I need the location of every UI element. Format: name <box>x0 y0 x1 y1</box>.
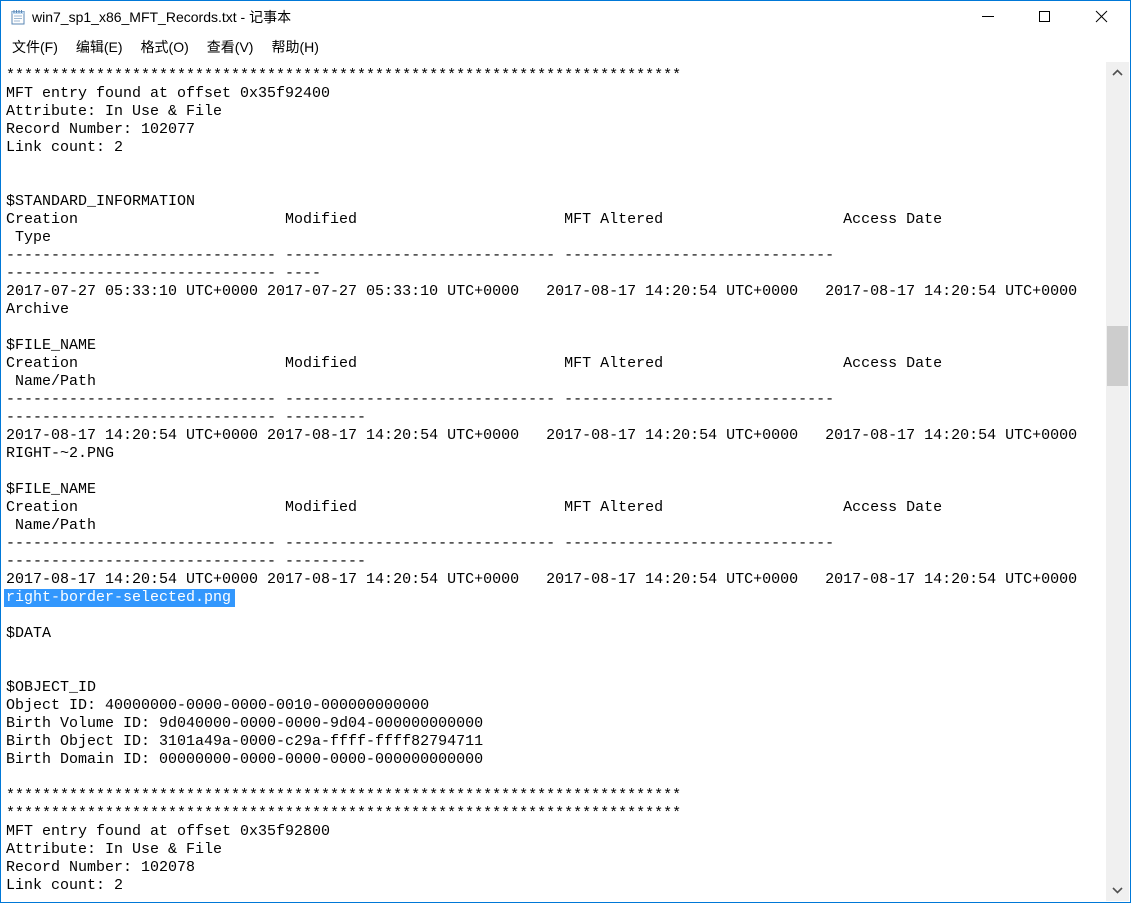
text-line[interactable]: Creation Modified MFT Altered Access Dat… <box>6 499 1106 517</box>
text-line[interactable]: Creation Modified MFT Altered Access Dat… <box>6 355 1106 373</box>
text-line[interactable] <box>6 643 1106 661</box>
text-line[interactable]: $STANDARD_INFORMATION <box>6 193 1106 211</box>
text-line[interactable] <box>6 661 1106 679</box>
text-line[interactable]: Attribute: In Use & File <box>6 841 1106 859</box>
text-line[interactable] <box>6 175 1106 193</box>
text-line[interactable]: RIGHT-~2.PNG <box>6 445 1106 463</box>
window-title: win7_sp1_x86_MFT_Records.txt - 记事本 <box>32 7 291 27</box>
text-line[interactable]: Name/Path <box>6 373 1106 391</box>
text-line[interactable]: $FILE_NAME <box>6 481 1106 499</box>
text-line[interactable]: $FILE_NAME <box>6 337 1106 355</box>
text-line[interactable]: right-border-selected.png <box>6 589 1106 607</box>
menu-bar: 文件(F) 编辑(E) 格式(O) 查看(V) 帮助(H) <box>1 32 1130 62</box>
text-line[interactable]: ------------------------------ ---------… <box>6 247 1106 265</box>
scroll-down-button[interactable] <box>1106 880 1129 901</box>
text-line[interactable]: MFT entry found at offset 0x35f92800 <box>6 823 1106 841</box>
menu-item-file[interactable]: 文件(F) <box>3 33 67 61</box>
menu-item-format[interactable]: 格式(O) <box>132 33 198 61</box>
title-bar[interactable]: win7_sp1_x86_MFT_Records.txt - 记事本 <box>1 1 1130 32</box>
scroll-up-button[interactable] <box>1106 62 1129 83</box>
menu-item-edit[interactable]: 编辑(E) <box>67 33 132 61</box>
text-line[interactable]: Attribute: In Use & File <box>6 103 1106 121</box>
close-button[interactable] <box>1073 1 1130 32</box>
text-line[interactable]: ------------------------------ --------- <box>6 553 1106 571</box>
scrollbar-thumb[interactable] <box>1107 326 1128 386</box>
text-line[interactable]: 2017-08-17 14:20:54 UTC+0000 2017-08-17 … <box>6 571 1106 589</box>
text-line[interactable]: Birth Volume ID: 9d040000-0000-0000-9d04… <box>6 715 1106 733</box>
text-line[interactable]: Archive <box>6 301 1106 319</box>
text-line[interactable] <box>6 607 1106 625</box>
text-line[interactable]: Record Number: 102078 <box>6 859 1106 877</box>
menu-item-help[interactable]: 帮助(H) <box>262 33 327 61</box>
chevron-down-icon <box>1112 887 1123 894</box>
text-line[interactable]: Link count: 2 <box>6 877 1106 895</box>
text-line[interactable]: Birth Object ID: 3101a49a-0000-c29a-ffff… <box>6 733 1106 751</box>
edit-area[interactable]: ****************************************… <box>2 62 1106 901</box>
text-line[interactable] <box>6 769 1106 787</box>
text-line[interactable]: ------------------------------ ---------… <box>6 391 1106 409</box>
vertical-scrollbar[interactable] <box>1106 62 1129 901</box>
text-line[interactable]: ------------------------------ ---------… <box>6 535 1106 553</box>
text-line[interactable]: ****************************************… <box>6 787 1106 805</box>
text-line[interactable]: Name/Path <box>6 517 1106 535</box>
text-line[interactable]: ------------------------------ --------- <box>6 409 1106 427</box>
text-line[interactable]: $OBJECT_ID <box>6 679 1106 697</box>
text-line[interactable]: 2017-07-27 05:33:10 UTC+0000 2017-07-27 … <box>6 283 1106 301</box>
text-line[interactable] <box>6 157 1106 175</box>
text-line[interactable]: Creation Modified MFT Altered Access Dat… <box>6 211 1106 229</box>
text-line[interactable]: $DATA <box>6 625 1106 643</box>
text-line[interactable] <box>6 463 1106 481</box>
notepad-icon <box>10 9 26 25</box>
text-line[interactable]: Object ID: 40000000-0000-0000-0010-00000… <box>6 697 1106 715</box>
notepad-window: win7_sp1_x86_MFT_Records.txt - 记事本 文件(F)… <box>0 0 1131 903</box>
text-line[interactable]: Link count: 2 <box>6 139 1106 157</box>
close-icon <box>1095 10 1108 23</box>
text-line[interactable]: ****************************************… <box>6 67 1106 85</box>
maximize-icon <box>1039 11 1050 22</box>
maximize-button[interactable] <box>1016 1 1073 32</box>
text-line[interactable]: MFT entry found at offset 0x35f92400 <box>6 85 1106 103</box>
text-line[interactable] <box>6 319 1106 337</box>
text-line[interactable]: Type <box>6 229 1106 247</box>
text-line[interactable]: ------------------------------ ---- <box>6 265 1106 283</box>
text-line[interactable]: Birth Domain ID: 00000000-0000-0000-0000… <box>6 751 1106 769</box>
window-controls <box>959 1 1130 32</box>
text-line[interactable]: 2017-08-17 14:20:54 UTC+0000 2017-08-17 … <box>6 427 1106 445</box>
selected-text[interactable]: right-border-selected.png <box>4 589 235 607</box>
text-line[interactable]: Record Number: 102077 <box>6 121 1106 139</box>
minimize-button[interactable] <box>959 1 1016 32</box>
minimize-icon <box>982 16 994 17</box>
chevron-up-icon <box>1112 69 1123 76</box>
text-line[interactable]: ****************************************… <box>6 805 1106 823</box>
menu-item-view[interactable]: 查看(V) <box>198 33 263 61</box>
